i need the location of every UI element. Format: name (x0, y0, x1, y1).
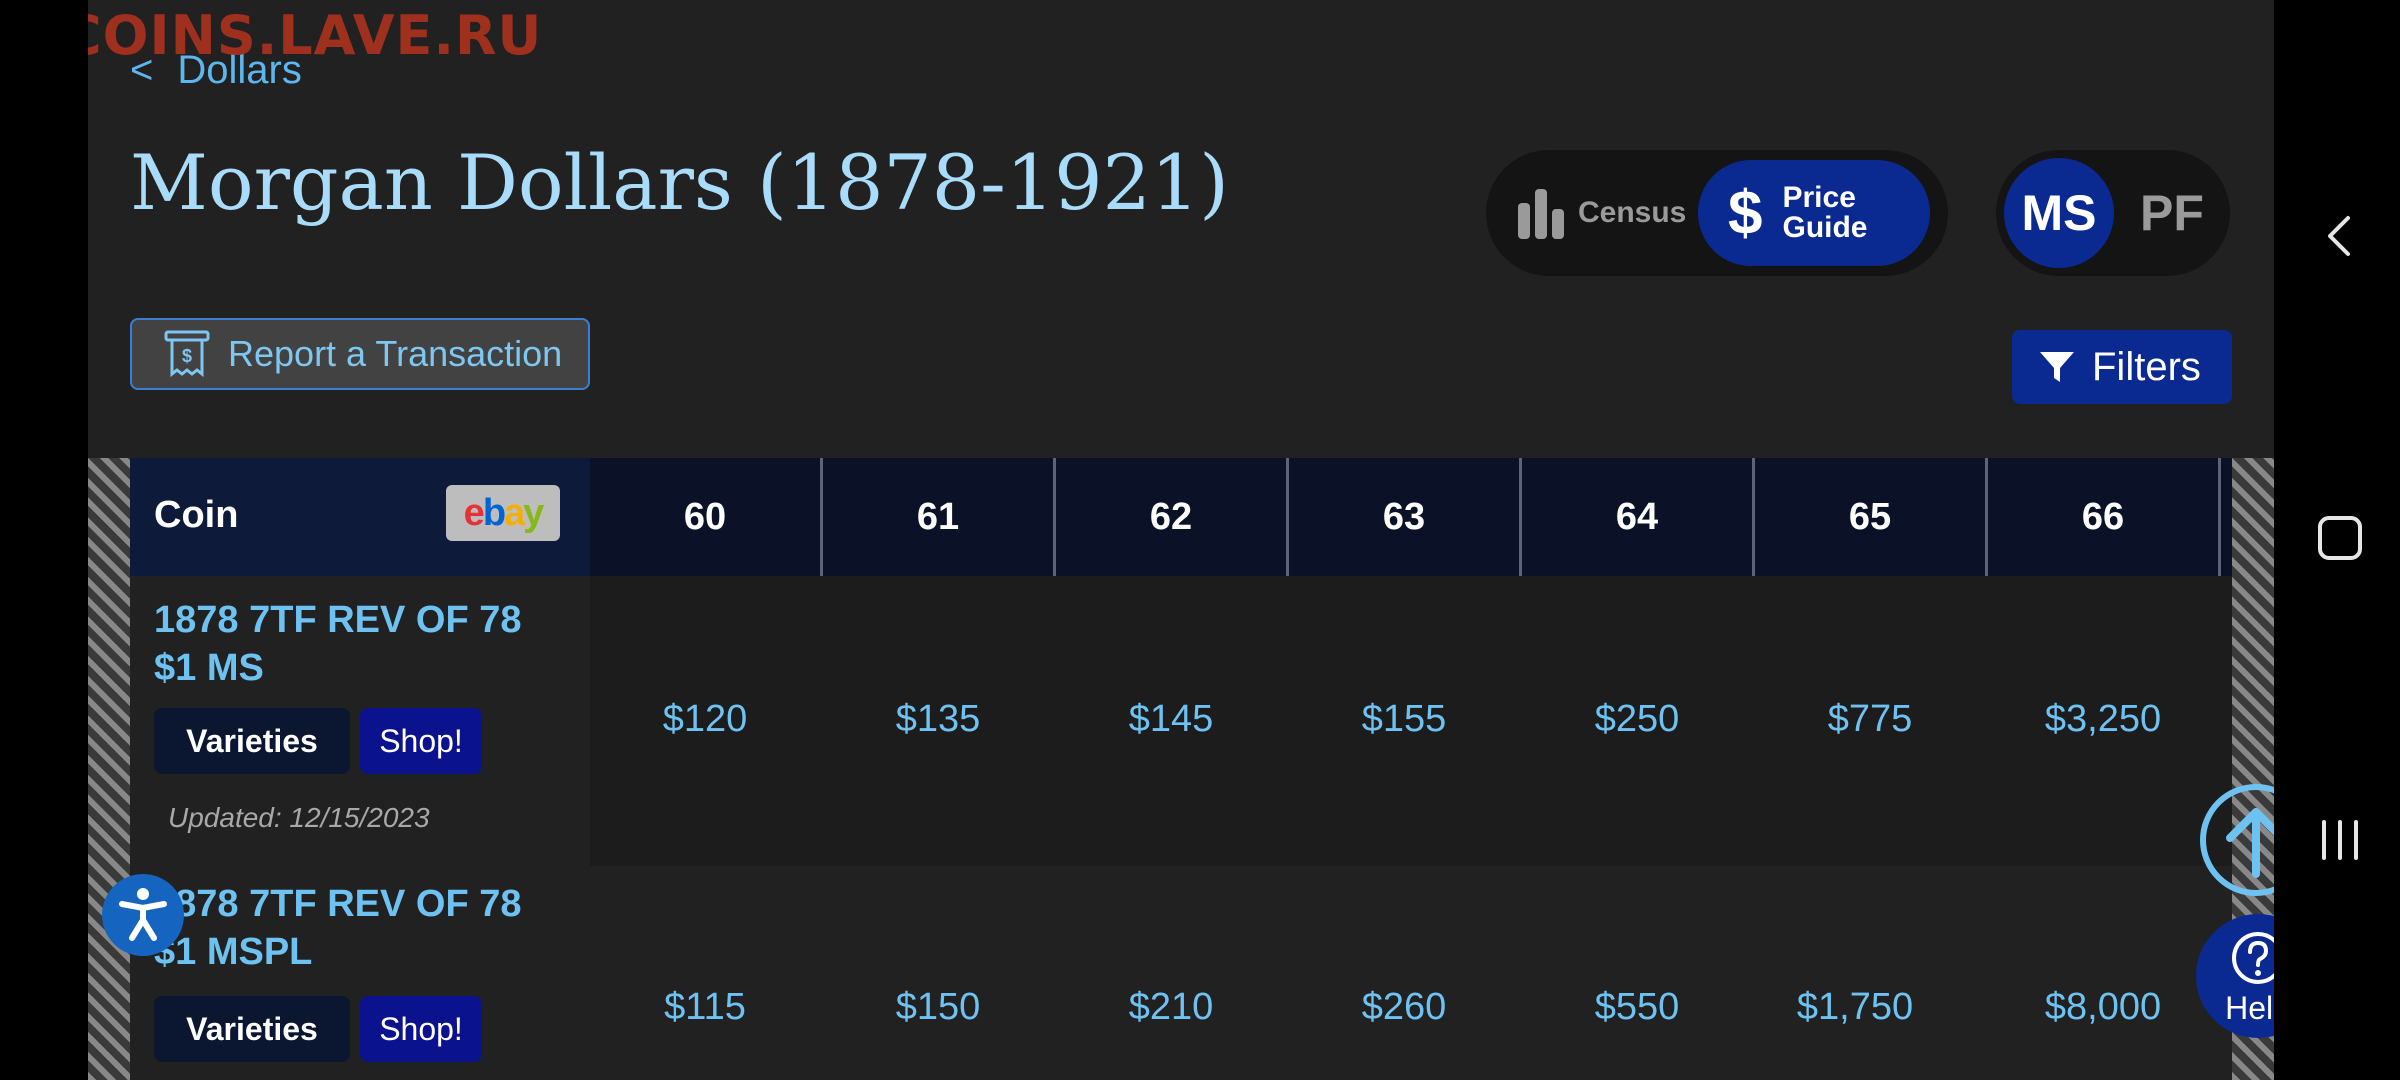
accessibility-icon (119, 888, 167, 941)
table-header: Coin ebay 60 61 62 63 64 65 66 (130, 458, 2232, 576)
question-circle-icon (2232, 932, 2274, 984)
coin-name-link[interactable]: 1878 7TF REV OF 78 $1 MSPL (154, 880, 574, 976)
grade-header-62: 62 (1056, 458, 1289, 576)
table-left-border (88, 458, 130, 1080)
ms-toggle[interactable]: MS (2004, 158, 2114, 268)
grade-header-65: 65 (1755, 458, 1988, 576)
price-cell[interactable]: $115 (590, 986, 820, 1029)
table-row: 1878 7TF REV OF 78 $1 MS Varieties Shop! … (130, 576, 2232, 866)
funnel-icon (2040, 352, 2074, 382)
price-guide-label-line2: Guide (1782, 211, 1868, 244)
shop-button[interactable]: Shop! (360, 996, 482, 1062)
row-background (590, 866, 2232, 1080)
recents-icon (2322, 820, 2358, 860)
price-cell[interactable]: $155 (1289, 698, 1519, 741)
price-cell[interactable]: $120 (590, 698, 820, 741)
filters-label: Filters (2092, 344, 2201, 389)
price-cell[interactable]: $1,750 (1740, 986, 1970, 1029)
coin-name-link[interactable]: 1878 7TF REV OF 78 $1 MS (154, 596, 574, 692)
census-label: Census (1578, 196, 1687, 229)
shop-button[interactable]: Shop! (360, 708, 482, 774)
scroll-to-top-button[interactable] (2200, 784, 2274, 896)
census-toggle[interactable]: Census (1516, 178, 1686, 248)
chevron-left-icon (2328, 216, 2350, 256)
app-content: COINS.LAVE.RU < Dollars Morgan Dollars (1… (88, 0, 2274, 1080)
nav-back-button[interactable] (2310, 206, 2370, 266)
arrow-up-icon (2226, 808, 2274, 878)
table-row: 1878 7TF REV OF 78 $1 MSPL Varieties Shop… (130, 866, 2232, 1080)
grade-header-63: 63 (1289, 458, 1522, 576)
page-title: Morgan Dollars (1878-1921) (130, 138, 1229, 227)
price-cell[interactable]: $550 (1522, 986, 1752, 1029)
bar-chart-icon (1518, 189, 1564, 239)
price-cell[interactable]: $145 (1056, 698, 1286, 741)
price-cell[interactable]: $260 (1289, 986, 1519, 1029)
report-transaction-button[interactable]: $ Report a Transaction (130, 318, 590, 390)
price-cell[interactable]: $250 (1522, 698, 1752, 741)
price-cell[interactable]: $210 (1056, 986, 1286, 1029)
home-square-icon (2318, 516, 2362, 560)
svg-text:$: $ (182, 346, 192, 366)
dollar-icon: $ (1728, 178, 1763, 248)
grade-header-60: 60 (590, 458, 823, 576)
price-cell[interactable]: $150 (823, 986, 1053, 1029)
updated-date: Updated: 12/15/2023 (168, 802, 430, 833)
varieties-button[interactable]: Varieties (154, 708, 350, 774)
report-transaction-label: Report a Transaction (228, 333, 563, 374)
nav-home-button[interactable] (2310, 508, 2370, 568)
grade-header-66: 66 (1988, 458, 2221, 576)
nav-recents-button[interactable] (2310, 810, 2370, 870)
accessibility-button[interactable] (102, 874, 184, 956)
pf-toggle[interactable]: PF (2126, 158, 2218, 268)
ebay-logo[interactable]: ebay (446, 485, 560, 541)
coin-column-header: Coin ebay (130, 458, 590, 576)
price-cell[interactable]: $135 (823, 698, 1053, 741)
price-guide-label-line1: Price (1782, 181, 1856, 214)
price-cell[interactable]: $8,000 (1988, 986, 2218, 1029)
receipt-icon: $ (164, 330, 210, 378)
watermark: COINS.LAVE.RU (88, 4, 543, 67)
filters-button[interactable]: Filters (2012, 330, 2232, 404)
price-cell[interactable]: $775 (1755, 698, 1985, 741)
price-guide-toggle[interactable]: $ Price Guide (1698, 160, 1930, 266)
grade-header-61: 61 (823, 458, 1056, 576)
mode-toggle: Census $ Price Guide (1486, 150, 1948, 276)
price-cell[interactable]: $3,250 (1988, 698, 2218, 741)
grade-toggle: MS PF (1996, 150, 2230, 276)
varieties-button[interactable]: Varieties (154, 996, 350, 1062)
coin-header-label: Coin (154, 494, 239, 536)
help-label: Help (2225, 990, 2274, 1026)
grade-header-64: 64 (1522, 458, 1755, 576)
